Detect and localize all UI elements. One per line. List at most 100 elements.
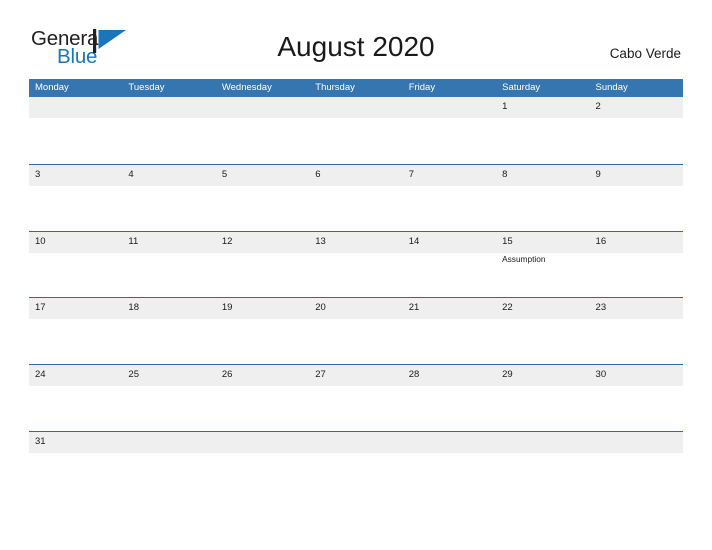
day-cell[interactable]: 15 Assumption (496, 232, 589, 298)
day-cell[interactable]: 27 (309, 365, 402, 431)
day-cell[interactable]: 13 (309, 232, 402, 298)
day-cell[interactable]: 8 (496, 165, 589, 231)
weekday-tuesday: Tuesday (128, 82, 165, 93)
day-cell[interactable]: 30 (590, 365, 683, 431)
weekday-wednesday: Wednesday (221, 82, 272, 93)
day-number: 23 (595, 302, 607, 314)
day-cell[interactable]: 4 (122, 165, 215, 231)
day-number: 11 (128, 235, 139, 247)
day-event-label: Assumption (502, 253, 546, 264)
weekday-monday: Monday (35, 82, 69, 93)
day-cell[interactable]: 5 (216, 165, 309, 231)
weekday-thursday: Thursday (315, 82, 355, 93)
day-number: 29 (502, 369, 513, 381)
day-number: 6 (315, 168, 321, 180)
day-cell[interactable]: 28 (403, 365, 496, 431)
day-cell[interactable]: 20 (309, 298, 402, 364)
day-number: 27 (315, 369, 326, 381)
day-cell[interactable]: 23 (590, 298, 683, 364)
day-number: 10 (35, 235, 46, 247)
day-number: 2 (595, 101, 601, 112)
day-cell[interactable]: 11 (122, 232, 215, 298)
weekday-saturday: Saturday (502, 82, 541, 93)
region-label: Cabo Verde (609, 46, 681, 61)
calendar-week-row: 12 (29, 97, 683, 164)
week-cells: 31 (29, 432, 683, 498)
day-number: 30 (595, 369, 607, 381)
day-cell[interactable]: 18 (122, 298, 215, 364)
day-number: 5 (221, 168, 228, 180)
day-cell-empty (590, 432, 683, 498)
day-number: 24 (35, 369, 46, 381)
weekday-header-row: Monday Tuesday Wednesday Thursday Friday… (29, 79, 683, 97)
day-cell-empty (309, 432, 402, 498)
day-cell[interactable]: 6 (309, 165, 402, 231)
calendar-weeks: 1 2 3 4 5 6 7 8 9 10 11 12 13 14 15 Assumption 16 17 18 19 2… (29, 97, 683, 498)
day-number: 14 (408, 235, 420, 247)
day-cell[interactable]: 16 (590, 232, 683, 298)
day-cell[interactable]: 1 (496, 97, 589, 164)
day-cell-empty (216, 432, 309, 498)
calendar-week-row: 24 25 26 27 28 29 30 (29, 364, 683, 431)
day-cell-empty (403, 432, 496, 498)
day-cell[interactable]: 17 (29, 298, 122, 364)
day-cell[interactable]: 29 (496, 365, 589, 431)
week-cells: 17 18 19 20 21 22 23 (29, 298, 683, 364)
day-cell[interactable]: 25 (122, 365, 215, 431)
calendar-page: General Blue August 2020 Cabo Verde Mond… (0, 0, 712, 550)
day-number: 21 (408, 302, 420, 314)
week-cells: 12 (29, 97, 683, 164)
day-cell-empty (309, 97, 402, 164)
day-number: 4 (128, 168, 134, 180)
day-cell[interactable]: 21 (403, 298, 496, 364)
day-number: 25 (128, 369, 139, 381)
day-cell[interactable]: 22 (496, 298, 589, 364)
day-number: 15 (502, 235, 513, 247)
day-number: 7 (408, 168, 414, 180)
day-cell-empty (29, 97, 122, 164)
week-cells: 24 25 26 27 28 29 30 (29, 365, 683, 431)
day-number: 26 (221, 369, 233, 381)
weekday-friday: Friday (408, 82, 436, 93)
day-cell[interactable]: 12 (216, 232, 309, 298)
calendar-week-row: 10 11 12 13 14 15 Assumption 16 (29, 230, 683, 298)
week-cells: 10 11 12 13 14 15 Assumption 16 (29, 232, 683, 298)
day-number: 13 (315, 235, 326, 247)
calendar-grid: Monday Tuesday Wednesday Thursday Friday… (29, 79, 683, 498)
day-number: 12 (221, 235, 233, 247)
calendar-week-row: 3 4 5 6 7 8 9 (29, 163, 683, 231)
week-cells: 3 4 5 6 7 8 9 (29, 165, 683, 231)
day-number: 8 (502, 168, 508, 180)
day-number: 16 (595, 235, 607, 247)
day-number: 17 (35, 302, 46, 314)
day-cell[interactable]: 31 (29, 432, 122, 498)
day-cell[interactable]: 14 (403, 232, 496, 298)
day-cell[interactable]: 26 (216, 365, 309, 431)
day-number: 31 (35, 435, 46, 447)
calendar-week-row: 17 18 19 20 21 22 23 (29, 297, 683, 364)
day-cell[interactable]: 19 (216, 298, 309, 364)
day-number: 1 (502, 101, 508, 112)
day-cell[interactable]: 9 (590, 165, 683, 231)
day-cell-empty (122, 432, 215, 498)
day-cell[interactable]: 3 (29, 165, 122, 231)
day-number: 20 (315, 302, 326, 314)
day-cell[interactable]: 10 (29, 232, 122, 298)
day-cell-empty (216, 97, 309, 164)
day-cell[interactable]: 7 (403, 165, 496, 231)
page-title: August 2020 (277, 31, 435, 62)
day-cell-empty (122, 97, 215, 164)
weekday-sunday: Sunday (595, 82, 628, 93)
calendar-week-row: 31 (29, 430, 683, 498)
day-number: 19 (221, 302, 233, 314)
day-cell[interactable]: 2 (590, 97, 683, 164)
day-number: 28 (408, 369, 420, 381)
page-header: General Blue August 2020 Cabo Verde (0, 0, 712, 68)
day-number: 22 (502, 302, 513, 314)
day-number: 18 (128, 302, 139, 314)
day-cell-empty (496, 432, 589, 498)
day-cell-empty (403, 97, 496, 164)
day-number: 3 (35, 168, 41, 180)
day-cell[interactable]: 24 (29, 365, 122, 431)
day-number: 9 (595, 168, 601, 180)
